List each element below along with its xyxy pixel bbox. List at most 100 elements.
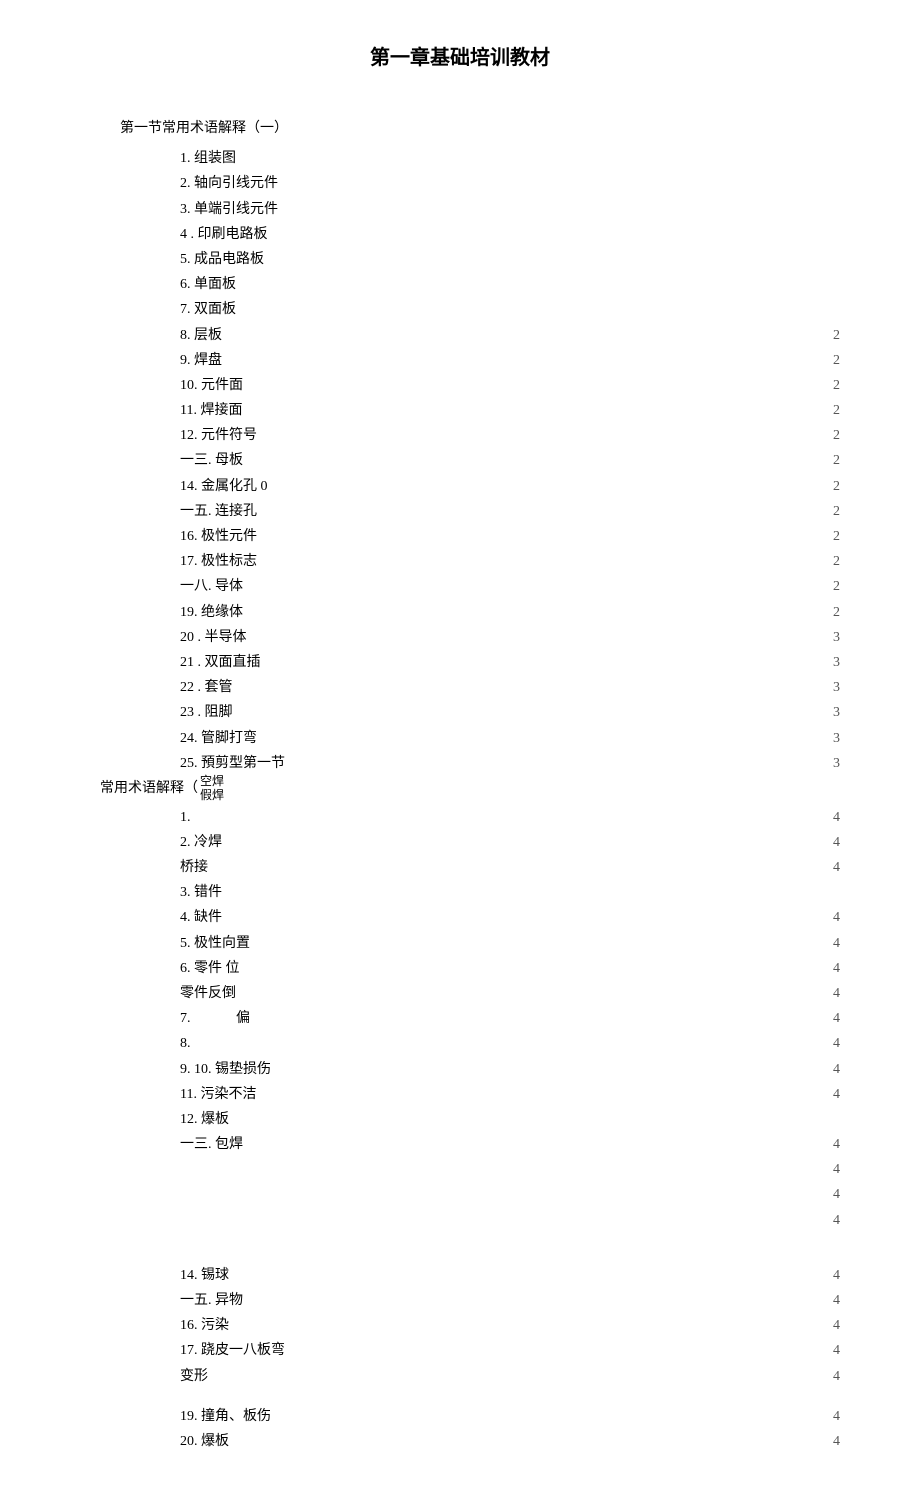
toc-item: 6. 单面板 [60,272,860,297]
toc-page: 4 [833,1182,840,1207]
toc-item: 零件反倒 4 [60,981,860,1006]
section-2-list: 1. 42. 冷焊4桥接43. 错件4. 缺件45. 极性向置46. 零件 位4… [60,805,860,1158]
toc-item: 16. 极性元件 2 [60,524,860,549]
toc-text: 19. 撞角、板伤 [180,1404,271,1429]
toc-page: 3 [833,650,840,675]
toc-page: 4 [833,1006,840,1031]
toc-item: 1. 4 [60,805,860,830]
toc-item: 3. 错件 [60,880,860,905]
toc-item: 一五. 异物4 [60,1288,860,1313]
toc-page: 2 [833,423,840,448]
toc-text: 20. 爆板 [180,1429,229,1454]
toc-text: 23 . 阻脚 [180,700,233,725]
toc-item: 4. 缺件4 [60,905,860,930]
trailing-pages: 444 [60,1157,860,1233]
toc-page: 3 [833,625,840,650]
toc-page: 4 [833,1057,840,1082]
toc-item: 5. 极性向置 4 [60,931,860,956]
toc-item: 7. 偏4 [60,1006,860,1031]
toc-item: 2. 冷焊4 [60,830,860,855]
toc-item: 一五. 连接孔2 [60,499,860,524]
toc-page: 4 [833,905,840,930]
toc-page: 4 [833,956,840,981]
toc-item: 22 . 套管 3 [60,675,860,700]
toc-text: 一五. 连接孔 [180,499,257,524]
toc-text: 桥接 [180,855,208,880]
toc-item: 7. 双面板 [60,297,860,322]
toc-item: 19. 撞角、板伤 4 [60,1404,860,1429]
toc-text: 6. 单面板 [180,272,236,297]
toc-page: 4 [833,830,840,855]
toc-item: 12. 元件符号 2 [60,423,860,448]
toc-page: 4 [833,981,840,1006]
toc-item-25: 25. 預剪型第一节 3 [60,751,860,776]
toc-page: 2 [833,448,840,473]
toc-page: 4 [833,1031,840,1056]
toc-item: 11. 污染不洁4 [60,1082,860,1107]
toc-item: 14. 金属化孔 02 [60,474,860,499]
toc-text: 22 . 套管 [180,675,233,700]
toc-item: 一八. 导体2 [60,574,860,599]
toc-text: 5. 极性向置 [180,931,250,956]
toc-page: 4 [833,1364,840,1389]
toc-text: 8. 层板 [180,323,222,348]
toc-page: 2 [833,398,840,423]
toc-page: 4 [833,931,840,956]
toc-text: 20 . 半导体 [180,625,247,650]
section-1-list: 1. 组装图2. 轴向引线元件3. 单端引线元件4 . 印刷电路板5. 成品电路… [60,146,860,751]
section-2-title-row: 常用术语解释（ 空焊 假焊 [60,776,860,805]
toc-page: 4 [833,805,840,830]
section-1-title: 第一节常用术语解释（一） [120,116,860,141]
toc-item: 21 . 双面直插 3 [60,650,860,675]
toc-page: 3 [833,700,840,725]
trailing-page-row: 4 [60,1157,860,1182]
toc-page: 4 [833,855,840,880]
toc-item: 12. 爆板 [60,1107,860,1132]
toc-text: 16. 极性元件 [180,524,257,549]
toc-text: 变形 [180,1364,208,1389]
toc-text: 3. 单端引线元件 [180,197,278,222]
toc-text: 19. 绝缘体 [180,600,243,625]
toc-item: 桥接 4 [60,855,860,880]
toc-text: 21 . 双面直插 [180,650,261,675]
stacked-b: 假焊 [200,788,224,802]
toc-item: 19. 绝缘体2 [60,600,860,625]
toc-item: 8. 4 [60,1031,860,1056]
section-2-list-2: 14. 锡球4一五. 异物416. 污染417. 跷皮一八板弯4变形4 [60,1263,860,1389]
toc-page: 4 [833,1157,840,1182]
toc-item: 3. 单端引线元件 [60,197,860,222]
toc-item: 23 . 阻脚 3 [60,700,860,725]
toc-page: 3 [833,751,840,776]
toc-page: 4 [833,1404,840,1429]
toc-page: 4 [833,1082,840,1107]
trailing-page-row: 4 [60,1182,860,1207]
toc-text: 1. 组装图 [180,146,236,171]
toc-text: 零件反倒 [180,981,236,1006]
toc-item: 20 . 半导体 3 [60,625,860,650]
stacked-a: 空焊 [200,774,224,788]
toc-page: 2 [833,348,840,373]
toc-item: 9. 10. 锡垫损伤 4 [60,1057,860,1082]
toc-text: 11. 焊接面 [180,398,242,423]
toc-text: 14. 锡球 [180,1263,229,1288]
toc-text: 25. 預剪型第一节 [180,751,285,776]
toc-text: 2. 轴向引线元件 [180,171,278,196]
toc-text: 9. 10. 锡垫损伤 [180,1057,271,1082]
toc-text: 24. 管脚打弯 [180,726,257,751]
toc-item: 一三. 母板 2 [60,448,860,473]
toc-item: 变形 4 [60,1364,860,1389]
toc-text: 一三. 母板 [180,448,243,473]
toc-item: 11. 焊接面 2 [60,398,860,423]
toc-item: 1. 组装图 [60,146,860,171]
toc-text: 3. 错件 [180,880,222,905]
toc-text: 12. 爆板 [180,1107,229,1132]
toc-item: 4 . 印刷电路板 [60,222,860,247]
stacked-text: 空焊 假焊 [200,774,224,803]
trailing-page-row: 4 [60,1208,860,1233]
toc-text: 12. 元件符号 [180,423,257,448]
toc-item: 8. 层板2 [60,323,860,348]
toc-text: 17. 跷皮一八板弯 [180,1338,285,1363]
toc-page: 2 [833,474,840,499]
toc-page: 2 [833,524,840,549]
toc-page: 3 [833,675,840,700]
